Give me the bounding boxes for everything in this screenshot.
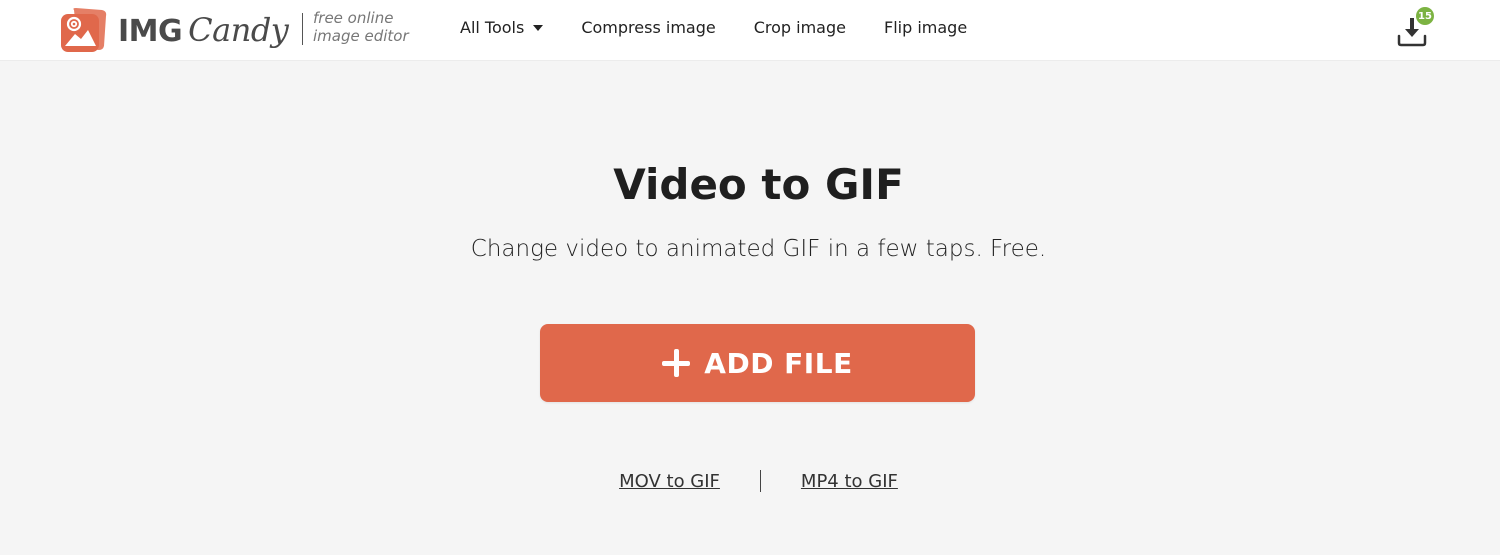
tagline-line-2: image editor: [313, 27, 409, 45]
caret-down-icon: [533, 24, 544, 31]
downloads-button[interactable]: 15: [1395, 7, 1435, 50]
header: IMG Candy free online image editor All T…: [0, 0, 1500, 61]
main-nav: All Tools Compress image Crop image Flip…: [460, 18, 1005, 37]
logo-icon: [58, 6, 110, 54]
tagline: free online image editor: [313, 9, 409, 45]
link-mp4-to-gif[interactable]: MP4 to GIF: [801, 471, 898, 492]
logo[interactable]: IMG Candy: [58, 6, 289, 54]
nav-all-tools-label: All Tools: [460, 18, 525, 37]
nav-crop-image[interactable]: Crop image: [754, 18, 846, 37]
link-mov-to-gif[interactable]: MOV to GIF: [619, 471, 720, 492]
page-title: Video to GIF: [613, 160, 904, 209]
logo-text-img: IMG: [118, 14, 183, 49]
nav-compress-image[interactable]: Compress image: [581, 18, 715, 37]
nav-flip-image[interactable]: Flip image: [884, 18, 967, 37]
logo-divider: [302, 13, 303, 45]
logo-text-candy: Candy: [188, 11, 289, 49]
add-file-label: ADD FILE: [704, 346, 853, 380]
page-subtitle: Change video to animated GIF in a few ta…: [470, 236, 1047, 262]
related-links: MOV to GIF MP4 to GIF: [0, 470, 1500, 492]
nav-all-tools[interactable]: All Tools: [460, 18, 544, 37]
add-file-button[interactable]: ADD FILE: [540, 324, 975, 402]
plus-icon: [662, 349, 691, 377]
link-separator: [759, 470, 761, 492]
tagline-line-1: free online: [313, 9, 394, 27]
downloads-count-badge: 15: [1416, 7, 1434, 25]
